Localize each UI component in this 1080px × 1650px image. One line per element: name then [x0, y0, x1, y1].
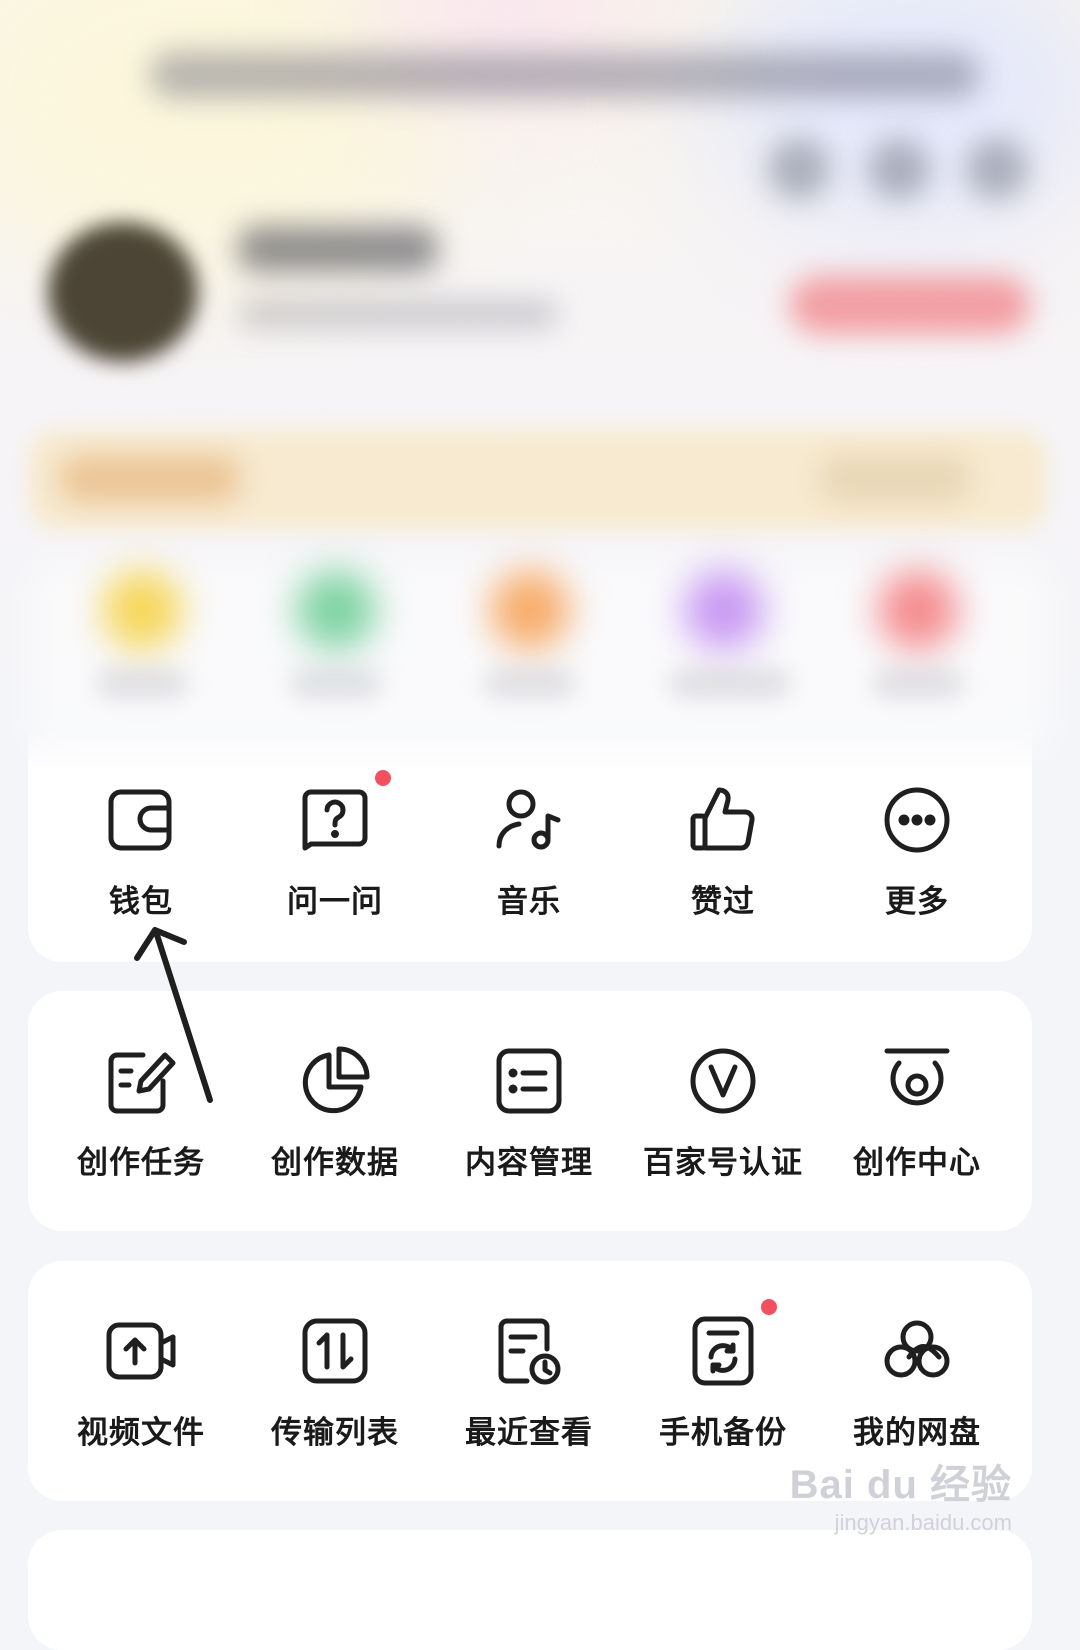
- phone-backup-icon: [685, 1299, 777, 1389]
- verified-v-icon: [685, 1043, 761, 1119]
- wallet-button[interactable]: 钱包: [44, 782, 238, 921]
- thumbs-up-icon: [685, 782, 761, 858]
- blurred-header-icon: [868, 138, 930, 200]
- recent-doc-icon: [491, 1313, 567, 1389]
- avatar: [48, 222, 198, 362]
- blurred-profile-header: [0, 0, 1080, 760]
- blurred-username: [238, 226, 438, 272]
- blurred-shortcut-icon: [684, 570, 764, 650]
- ask-button[interactable]: 问一问: [238, 770, 432, 921]
- list-manage-icon: [491, 1043, 567, 1119]
- netdisk-cloud-icon: [879, 1313, 955, 1389]
- notification-dot: [761, 1299, 777, 1315]
- question-bubble-icon: [297, 770, 391, 858]
- liked-button[interactable]: 赞过: [626, 782, 820, 921]
- phone-backup-button[interactable]: 手机备份: [626, 1299, 820, 1452]
- blurred-banner-left: [60, 456, 240, 502]
- blurred-shortcut-label: [873, 670, 963, 696]
- blurred-shortcut-label: [485, 670, 575, 696]
- blurred-shortcut-icon: [102, 570, 182, 650]
- watermark-url: jingyan.baidu.com: [834, 1510, 1012, 1535]
- my-netdisk-button[interactable]: 我的网盘: [820, 1313, 1014, 1452]
- blurred-shortcut-label: [670, 670, 790, 696]
- ask-label: 问一问: [287, 884, 383, 920]
- creation-tasks-label: 创作任务: [77, 1145, 205, 1181]
- baijiahao-verify-button[interactable]: 百家号认证: [626, 1043, 820, 1182]
- task-edit-icon: [103, 1043, 179, 1119]
- liked-label: 赞过: [691, 884, 755, 920]
- blurred-shortcut-label: [291, 670, 381, 696]
- blurred-header-icon: [966, 138, 1028, 200]
- video-upload-icon: [103, 1313, 179, 1389]
- transfer-icon: [297, 1313, 373, 1389]
- video-files-button[interactable]: 视频文件: [44, 1313, 238, 1452]
- blurred-title-bar: [150, 52, 980, 98]
- creator-center-label: 创作中心: [853, 1145, 981, 1181]
- wallet-icon: [103, 782, 179, 858]
- creation-tasks-button[interactable]: 创作任务: [44, 1043, 238, 1182]
- blurred-shortcut-icon: [296, 570, 376, 650]
- music-button[interactable]: 音乐: [432, 782, 626, 921]
- music-label: 音乐: [497, 884, 561, 920]
- blurred-shortcut-icon: [878, 570, 958, 650]
- wallet-label: 钱包: [109, 884, 173, 920]
- phone-backup-label: 手机备份: [659, 1415, 787, 1451]
- more-dots-icon: [879, 782, 955, 858]
- creation-data-button[interactable]: 创作数据: [238, 1043, 432, 1182]
- content-management-button[interactable]: 内容管理: [432, 1043, 626, 1182]
- creator-center-button[interactable]: 创作中心: [820, 1043, 1014, 1182]
- creator-tools-card: 创作任务 创作数据 内容管理 百家号认证 创作中心: [28, 991, 1032, 1231]
- my-netdisk-label: 我的网盘: [853, 1415, 981, 1451]
- quick-actions-card: 钱包 问一问 音乐 赞过 更多: [28, 730, 1032, 962]
- recently-viewed-label: 最近查看: [465, 1415, 593, 1451]
- video-files-label: 视频文件: [77, 1415, 205, 1451]
- blurred-shortcut-label: [97, 670, 187, 696]
- baijiahao-verify-label: 百家号认证: [643, 1145, 803, 1181]
- blurred-user-subtitle: [238, 300, 558, 328]
- more-button[interactable]: 更多: [820, 782, 1014, 921]
- blurred-header-icon: [768, 138, 830, 200]
- content-management-label: 内容管理: [465, 1145, 593, 1181]
- transfer-list-label: 传输列表: [271, 1415, 399, 1451]
- blurred-shortcut-icon: [490, 570, 570, 650]
- blurred-action-button: [790, 276, 1030, 334]
- creation-data-label: 创作数据: [271, 1145, 399, 1181]
- notification-dot: [375, 770, 391, 786]
- pie-chart-icon: [297, 1043, 373, 1119]
- creator-center-icon: [879, 1043, 955, 1119]
- baidu-jingyan-watermark: Bai du 经验 jingyan.baidu.com: [790, 1452, 1012, 1536]
- blurred-banner-right: [820, 456, 970, 502]
- transfer-list-button[interactable]: 传输列表: [238, 1313, 432, 1452]
- next-section-card: [28, 1530, 1032, 1650]
- more-label: 更多: [885, 884, 949, 920]
- music-person-icon: [491, 782, 567, 858]
- watermark-brand: Bai du 经验: [789, 1463, 1012, 1507]
- recently-viewed-button[interactable]: 最近查看: [432, 1313, 626, 1452]
